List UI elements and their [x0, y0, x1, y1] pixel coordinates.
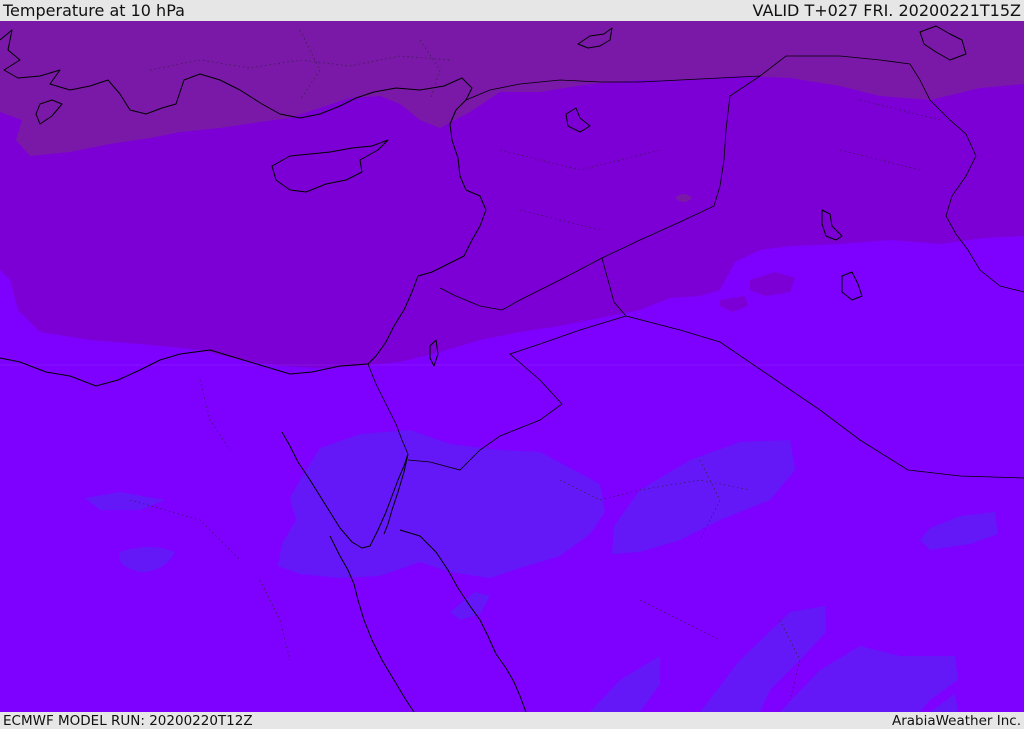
temperature-map[interactable]	[0, 21, 1024, 712]
footer-bar: ECMWF MODEL RUN: 20200220T12Z ArabiaWeat…	[0, 712, 1024, 729]
model-run-label: ECMWF MODEL RUN: 20200220T12Z	[3, 712, 253, 729]
valid-time-label: VALID T+027 FRI. 20200221T15Z	[752, 1, 1021, 20]
map-canvas	[0, 21, 1024, 712]
map-title: Temperature at 10 hPa	[3, 1, 185, 20]
header-bar: Temperature at 10 hPa VALID T+027 FRI. 2…	[0, 0, 1024, 21]
credit-label: ArabiaWeather Inc.	[891, 712, 1021, 729]
